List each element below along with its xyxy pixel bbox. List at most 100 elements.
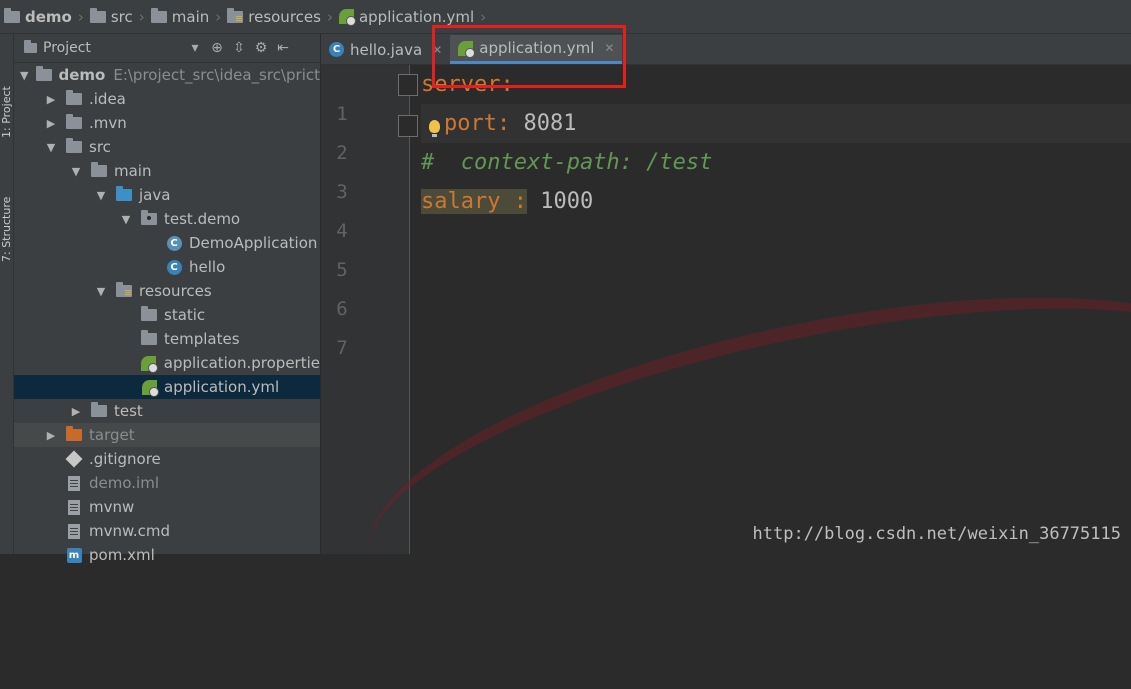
project-panel: Project ▾ ⊕ ⇳ ⚙ ⇤ ▼ demo E:\project_src\id… bbox=[14, 34, 321, 564]
tree-item-test[interactable]: ▶ test bbox=[14, 399, 320, 423]
fold-marker-icon[interactable] bbox=[398, 74, 418, 96]
breadcrumb-src[interactable]: src bbox=[86, 7, 137, 26]
tree-item-static[interactable]: static bbox=[14, 303, 320, 327]
tree-item-label: mvnw bbox=[89, 498, 135, 516]
project-toolbar: Project ▾ ⊕ ⇳ ⚙ ⇤ bbox=[14, 34, 320, 63]
tree-item-src[interactable]: ▼ src bbox=[14, 135, 320, 159]
fold-marker-icon[interactable] bbox=[398, 115, 418, 137]
breadcrumb-main[interactable]: main bbox=[147, 7, 213, 26]
tree-item-label: application.propertie bbox=[163, 354, 320, 372]
breadcrumb-separator: › bbox=[215, 7, 222, 26]
expanded-arrow-icon[interactable]: ▼ bbox=[95, 189, 107, 202]
tree-item-demo-iml[interactable]: demo.iml bbox=[14, 471, 320, 495]
tree-item-pom-xml[interactable]: m pom.xml bbox=[14, 543, 320, 567]
tree-item-label: .gitignore bbox=[89, 450, 161, 468]
watermark: http://blog.csdn.net/weixin_36775115 bbox=[752, 524, 1121, 544]
module-folder-icon bbox=[36, 66, 53, 81]
annotation-highlight-box bbox=[432, 25, 626, 88]
line-number: 7 bbox=[336, 337, 348, 359]
tree-item-application-yml[interactable]: application.yml bbox=[14, 375, 320, 399]
tree-item-demoapplication[interactable]: C DemoApplication bbox=[14, 231, 320, 255]
spring-config-icon bbox=[338, 9, 356, 26]
expanded-arrow-icon[interactable]: ▼ bbox=[70, 165, 82, 178]
tree-item-label: .mvn bbox=[89, 114, 127, 132]
settings-gear-icon[interactable]: ⚙ bbox=[250, 40, 272, 56]
line-number: 5 bbox=[336, 259, 348, 281]
line-number: 2 bbox=[336, 142, 348, 164]
scroll-from-source-icon[interactable]: ⊕ bbox=[206, 40, 228, 56]
collapsed-arrow-icon[interactable]: ▶ bbox=[45, 429, 57, 442]
line-number: 1 bbox=[336, 103, 348, 125]
tree-item-label: templates bbox=[164, 330, 240, 348]
tree-item-label: hello bbox=[189, 258, 226, 276]
folder-icon bbox=[89, 7, 106, 23]
tree-item-label: test.demo bbox=[164, 210, 241, 228]
collapsed-arrow-icon[interactable]: ▶ bbox=[45, 93, 57, 106]
tree-item-label: main bbox=[114, 162, 152, 180]
lightbulb-icon[interactable] bbox=[429, 120, 440, 137]
maven-icon: m bbox=[65, 547, 83, 563]
source-folder-icon bbox=[115, 186, 133, 201]
tree-item-label: target bbox=[89, 426, 135, 444]
tree-item-label: pom.xml bbox=[89, 546, 155, 564]
tab-hello-java[interactable]: C hello.java ✕ bbox=[321, 35, 450, 64]
package-icon bbox=[140, 210, 158, 225]
tree-item-mvnw-cmd[interactable]: mvnw.cmd bbox=[14, 519, 320, 543]
collapsed-arrow-icon[interactable]: ▶ bbox=[70, 405, 82, 418]
tree-item-gitignore[interactable]: .gitignore bbox=[14, 447, 320, 471]
breadcrumb-demo[interactable]: demo bbox=[0, 7, 76, 26]
tree-item-demo[interactable]: ▼ demo E:\project_src\idea_src\prict bbox=[14, 63, 320, 87]
tree-item-target[interactable]: ▶ target bbox=[14, 423, 320, 447]
tree-item-java[interactable]: ▼ java bbox=[14, 183, 320, 207]
resources-folder-icon bbox=[227, 7, 244, 23]
excluded-folder-icon bbox=[65, 426, 83, 441]
tree-item-idea[interactable]: ▶ .idea bbox=[14, 87, 320, 111]
tree-item-templates[interactable]: templates bbox=[14, 327, 320, 351]
code-line-4: salary : 1000 bbox=[421, 189, 594, 214]
tree-item-label: resources bbox=[139, 282, 212, 300]
tree-item-label: static bbox=[164, 306, 206, 324]
tree-item-main[interactable]: ▼ main bbox=[14, 159, 320, 183]
tree-item-label: test bbox=[114, 402, 143, 420]
class-icon: C bbox=[165, 259, 183, 275]
project-icon bbox=[24, 40, 37, 53]
module-path: E:\project_src\idea_src\prict bbox=[113, 66, 320, 84]
tree-item-mvn[interactable]: ▶ .mvn bbox=[14, 111, 320, 135]
resources-folder-icon bbox=[115, 282, 133, 297]
structure-tool-tab[interactable]: 7: Structure bbox=[0, 162, 13, 262]
line-number-gutter[interactable]: 1 2 3 4 5 6 7 bbox=[321, 65, 418, 554]
tree-item-test-demo[interactable]: ▼ test.demo bbox=[14, 207, 320, 231]
folder-icon bbox=[140, 330, 158, 345]
collapsed-arrow-icon[interactable]: ▶ bbox=[45, 117, 57, 130]
expanded-arrow-icon[interactable]: ▼ bbox=[120, 213, 132, 226]
tree-item-mvnw[interactable]: mvnw bbox=[14, 495, 320, 519]
breadcrumb-resources[interactable]: resources bbox=[223, 7, 325, 26]
project-tool-tab[interactable]: 1: Project bbox=[0, 48, 13, 138]
hide-panel-icon[interactable]: ⇤ bbox=[272, 40, 294, 56]
tree-item-label: demo bbox=[58, 66, 106, 84]
breadcrumb-separator: › bbox=[77, 7, 84, 26]
tree-item-label: demo.iml bbox=[89, 474, 159, 492]
line-number: 6 bbox=[336, 298, 348, 320]
project-view-selector[interactable]: Project bbox=[14, 40, 184, 56]
collapse-all-icon[interactable]: ⇳ bbox=[228, 40, 250, 56]
expanded-arrow-icon[interactable]: ▼ bbox=[45, 141, 57, 154]
expanded-arrow-icon[interactable]: ▼ bbox=[20, 69, 28, 82]
tree-item-resources[interactable]: ▼ resources bbox=[14, 279, 320, 303]
project-tree: ▼ demo E:\project_src\idea_src\prict ▶ .idea… bbox=[14, 63, 320, 567]
file-icon bbox=[65, 523, 83, 539]
folder-icon bbox=[150, 7, 167, 23]
expanded-arrow-icon[interactable]: ▼ bbox=[95, 285, 107, 298]
breadcrumb-application-yml[interactable]: application.yml bbox=[335, 8, 478, 26]
dropdown-arrow-icon[interactable]: ▾ bbox=[184, 40, 206, 56]
breadcrumb-separator: › bbox=[138, 7, 145, 26]
tree-item-hello[interactable]: Chello bbox=[14, 255, 320, 279]
folder-icon bbox=[140, 306, 158, 321]
tree-item-application-propertie[interactable]: application.propertie bbox=[14, 351, 320, 375]
folder-icon bbox=[90, 402, 108, 417]
spring-config-icon bbox=[140, 355, 159, 373]
tree-item-label: .idea bbox=[89, 90, 126, 108]
line-number: 4 bbox=[336, 220, 348, 242]
folder-icon bbox=[90, 162, 108, 177]
spring-config-icon bbox=[140, 379, 159, 397]
